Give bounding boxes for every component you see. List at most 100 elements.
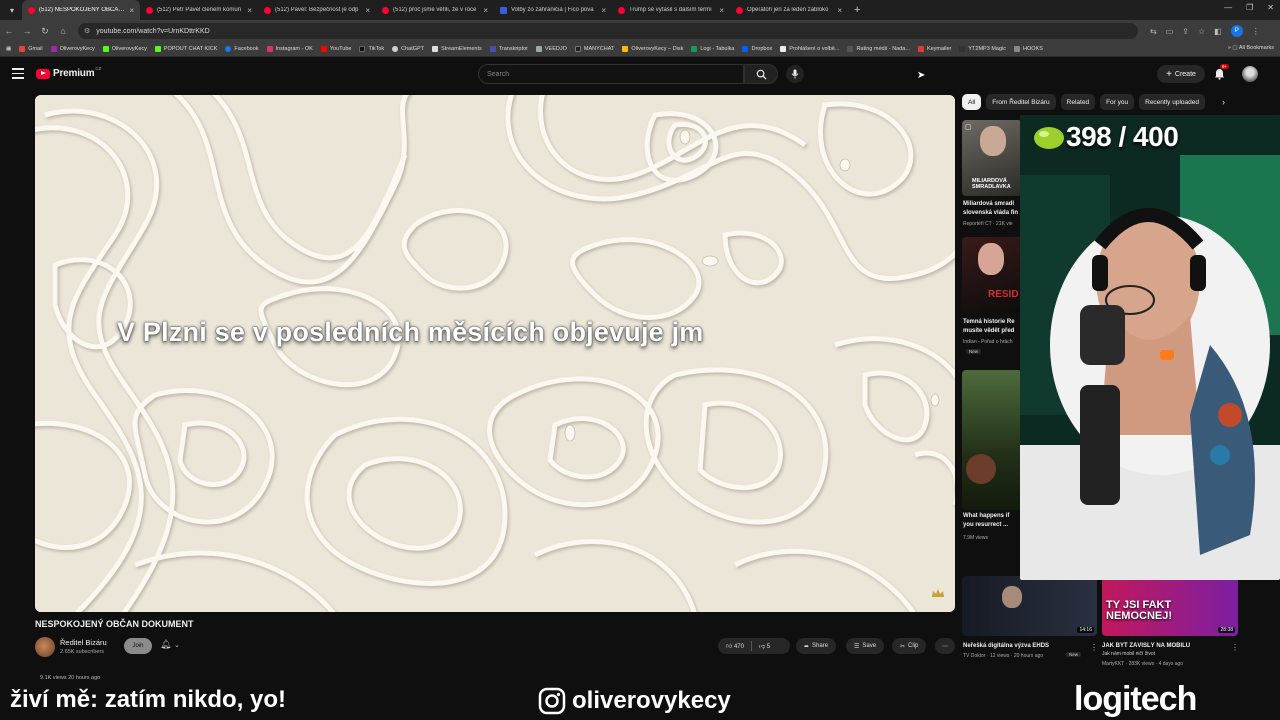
bookmark-item[interactable]: Dropbox (742, 46, 772, 52)
browser-tab[interactable]: (512) Petr Pavel členem komun × (140, 0, 258, 20)
recommendation-title-line2[interactable]: Jak nám mobil ničí život (1102, 651, 1230, 657)
browser-tab[interactable]: Volby zo zahraničia | Fico pova × (494, 0, 612, 20)
voice-search-button[interactable] (786, 65, 804, 83)
more-options-icon[interactable]: ⋮ (1090, 643, 1098, 652)
chip-recently-uploaded[interactable]: Recently uploaded (1139, 94, 1205, 110)
bookmark-item[interactable]: OliverovyKecy (50, 46, 95, 52)
bookmark-item[interactable]: Instagram - OK (266, 46, 313, 52)
chrome-menu-icon[interactable]: ⋮ (1252, 27, 1260, 36)
chip-for-you[interactable]: For you (1100, 94, 1135, 110)
new-tab-icon[interactable]: + (854, 4, 860, 16)
browser-tab[interactable]: (512) Pavel: Bezpečnost je odp × (258, 0, 376, 20)
youtube-logo[interactable]: Premium CZ (36, 66, 101, 79)
youtube-favicon-icon (146, 6, 153, 14)
recommendation-title[interactable]: Neřešká digitálna výzva EHDS (963, 642, 1098, 650)
bookmark-item[interactable]: OliverovyKecy (102, 46, 147, 52)
recommendation-title-line2[interactable]: you resurrect ... (963, 521, 1021, 529)
bookmark-item[interactable]: Prohlášení o volbě... (780, 46, 839, 52)
close-tab-icon[interactable]: × (483, 6, 488, 15)
bookmark-item[interactable]: OliverovyKecy – Disk (622, 46, 683, 52)
bookmark-item[interactable]: VEEDJO (535, 46, 567, 52)
recommendation-thumbnail[interactable]: 14:16 (962, 576, 1097, 636)
recommendation-thumbnail[interactable]: ▢ MILIARDOVÁ SMRADLAVKA (962, 120, 1022, 196)
recommendation-thumbnail[interactable] (962, 370, 1022, 510)
p-favicon-icon (500, 6, 507, 14)
tab-search-icon[interactable]: ▾ (4, 3, 20, 17)
chip-from-channel[interactable]: From Ředitel Bizáru (986, 94, 1056, 110)
bookmark-item[interactable]: StreamElements (432, 46, 482, 52)
video-player[interactable]: V Plzni se v posledních měsících objevuj… (35, 95, 955, 612)
recommendation-title-line2[interactable]: musíte vědět před (963, 327, 1021, 335)
bookmark-item[interactable]: YouTube (320, 46, 351, 52)
browser-tab[interactable]: (512) proč jsme věřili, že v roce × (376, 0, 494, 20)
forward-icon[interactable]: → (18, 26, 36, 36)
more-options-icon[interactable]: ⋮ (1231, 643, 1239, 652)
bookmark-item[interactable]: POPOUT CHAT KICK (154, 46, 217, 52)
close-tab-icon[interactable]: × (365, 6, 370, 15)
share-button[interactable]: ➦ Share (796, 638, 837, 654)
bookmark-star-icon[interactable]: ☆ (1198, 27, 1205, 36)
create-button[interactable]: + Create (1157, 65, 1205, 83)
like-button[interactable]: 👍︎ 470 (726, 642, 744, 650)
browser-tab[interactable]: (512) NESPOKOJENÝ OBČAN DO × (22, 0, 140, 20)
browser-tab[interactable]: Operátoři jen za leden zabloko × (730, 0, 848, 20)
close-tab-icon[interactable]: × (601, 6, 606, 15)
back-icon[interactable]: ← (0, 26, 18, 36)
subscription-bell-button[interactable]: 🔔︎ ⌄ (160, 639, 180, 650)
recommendation-thumbnail[interactable]: TY JSI FAKT NEMOCNEJ! 28:38 (1102, 576, 1238, 636)
extensions-icon[interactable]: ◧ (1214, 27, 1222, 36)
recommendation-title[interactable]: JAK BÝT ZÁVISLÝ NA MOBILU (1102, 642, 1230, 650)
recommendation-thumbnail[interactable]: RESID (962, 237, 1022, 313)
channel-avatar[interactable] (35, 637, 55, 657)
site-info-icon[interactable]: ⚙ (84, 27, 90, 35)
bookmark-item[interactable]: Gmail (19, 46, 43, 52)
clip-button[interactable]: ✂ Clip (892, 638, 927, 654)
reload-icon[interactable]: ↻ (36, 26, 54, 37)
youtube-favicon-icon (618, 6, 625, 14)
bookmark-item[interactable]: Keymailer (917, 46, 951, 52)
bookmark-item[interactable]: Transkriptor (489, 46, 528, 52)
cast-icon[interactable]: ▭ (1166, 27, 1174, 36)
close-tab-icon[interactable]: × (129, 6, 134, 15)
bookmark-item[interactable]: Facebook (225, 46, 259, 52)
recommendation-title[interactable]: Miliardová smradl (963, 200, 1021, 208)
mix-icon: ▢ (965, 124, 972, 131)
bookmark-item[interactable]: ChatGPT (392, 46, 424, 52)
url-field[interactable]: ⚙ youtube.com/watch?v=UrnKDttrKKD (78, 23, 1138, 39)
bookmark-item[interactable]: HOOKS (1014, 46, 1043, 52)
dislike-button[interactable]: 👎︎ 5 (759, 642, 770, 650)
notifications-button[interactable]: 9+ (1214, 64, 1230, 85)
channel-name[interactable]: Ředitel Bizáru (60, 638, 107, 647)
search-input[interactable]: Search (478, 64, 744, 84)
browser-tab[interactable]: Trump se vytasil s dalším termí × (612, 0, 730, 20)
save-button[interactable]: ☰ Save (846, 638, 885, 654)
account-avatar[interactable] (1242, 66, 1258, 82)
home-icon[interactable]: ⌂ (54, 26, 72, 36)
bookmark-item[interactable]: MANYCHAT (574, 46, 614, 52)
recommendation-title[interactable]: What happens if (963, 512, 1021, 520)
all-bookmarks[interactable]: » ▢ All Bookmarks (1228, 45, 1274, 51)
search-button[interactable] (744, 64, 778, 84)
chip-related[interactable]: Related (1060, 94, 1096, 110)
close-tab-icon[interactable]: × (247, 6, 252, 15)
maximize-icon[interactable]: ❐ (1246, 3, 1253, 12)
recommendation-title[interactable]: Temná historie Re (963, 318, 1021, 326)
bookmark-item[interactable]: Logi - Tabulka (691, 46, 734, 52)
chip-all[interactable]: All (962, 94, 982, 110)
close-tab-icon[interactable]: × (719, 6, 724, 15)
minimize-icon[interactable]: — (1224, 3, 1232, 12)
bookmark-item[interactable]: Rating médií - Nada... (847, 46, 910, 52)
bookmark-item[interactable]: YT2MP3 Magic (959, 46, 1006, 52)
more-actions-button[interactable]: ⋯ (935, 638, 955, 654)
share-page-icon[interactable]: ⇪ (1182, 27, 1189, 36)
apps-icon[interactable]: ▦ (6, 46, 11, 52)
bookmark-item[interactable]: TikTok (359, 46, 384, 52)
profile-avatar[interactable]: P (1230, 25, 1243, 37)
close-tab-icon[interactable]: × (837, 6, 842, 15)
translate-icon[interactable]: ⇆ (1150, 27, 1157, 36)
close-window-icon[interactable]: ✕ (1267, 3, 1274, 12)
menu-icon[interactable] (12, 68, 24, 82)
chevron-right-icon[interactable]: › (1222, 97, 1225, 107)
join-button[interactable]: Join (124, 638, 152, 654)
recommendation-title-line2[interactable]: slovenská vláda fin (963, 209, 1021, 217)
